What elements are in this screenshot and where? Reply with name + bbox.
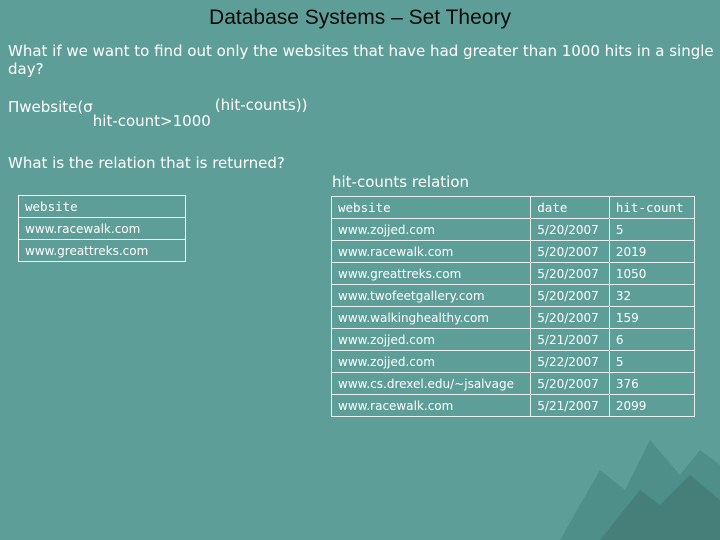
website-cell: www.racewalk.com <box>330 240 532 263</box>
website-cell: www.greattreks.com <box>330 262 532 285</box>
date-cell: 5/20/2007 <box>530 262 610 285</box>
date-cell: 5/20/2007 <box>530 306 610 329</box>
column-header: website <box>18 195 186 218</box>
date-cell: 5/21/2007 <box>530 328 610 351</box>
hit-count-cell: 32 <box>608 284 696 307</box>
hit-count-cell: 5 <box>608 350 696 373</box>
date-cell: 5/22/2007 <box>530 350 610 373</box>
table-row: www.twofeetgallery.com 5/20/2007 32 <box>330 284 696 307</box>
ask-text: What is the relation that is returned? <box>8 154 285 172</box>
selection-condition: hit-count>1000 <box>92 112 211 130</box>
website-cell: www.zojjed.com <box>330 218 532 241</box>
relational-algebra-formula: Πwebsite(σhit-count>1000(hit-counts)) <box>8 96 308 130</box>
hit-count-cell: 1050 <box>608 262 696 285</box>
date-cell: 5/20/2007 <box>530 240 610 263</box>
question-text: What if we want to find out only the web… <box>8 42 714 78</box>
relation-caption: hit-counts relation <box>332 173 470 191</box>
hit-count-cell: 6 <box>608 328 696 351</box>
table-row: www.greattreks.com 5/20/2007 1050 <box>330 262 696 285</box>
hit-count-cell: 2019 <box>608 240 696 263</box>
table-row: www.zojjed.com 5/22/2007 5 <box>330 350 696 373</box>
date-cell: 5/20/2007 <box>530 284 610 307</box>
website-cell: www.zojjed.com <box>330 328 532 351</box>
formula-tail: (hit-counts)) <box>214 96 308 114</box>
table-row: www.zojjed.com 5/20/2007 5 <box>330 218 696 241</box>
website-cell: www.racewalk.com <box>18 217 186 240</box>
hit-count-cell: 5 <box>608 218 696 241</box>
website-cell: www.walkinghealthy.com <box>330 306 532 329</box>
table-row: www.greattreks.com <box>18 239 186 262</box>
projection-symbol: Π <box>8 98 20 116</box>
mountain-decoration <box>560 440 720 540</box>
column-header: website <box>330 196 532 219</box>
table-header-row: website <box>18 195 186 218</box>
table-row: www.racewalk.com <box>18 217 186 240</box>
hit-count-cell: 159 <box>608 306 696 329</box>
table-row: www.racewalk.com 5/20/2007 2019 <box>330 240 696 263</box>
column-header: date <box>530 196 610 219</box>
website-cell: www.greattreks.com <box>18 239 186 262</box>
result-table: website www.racewalk.com www.greattreks.c… <box>18 195 186 262</box>
date-cell: 5/20/2007 <box>530 218 610 241</box>
table-row: www.zojjed.com 5/21/2007 6 <box>330 328 696 351</box>
table-header-row: website date hit-count <box>330 196 696 219</box>
website-cell: www.zojjed.com <box>330 350 532 373</box>
website-cell: www.twofeetgallery.com <box>330 284 532 307</box>
formula-head: website(σ <box>19 98 93 116</box>
table-row: www.walkinghealthy.com 5/20/2007 159 <box>330 306 696 329</box>
column-header: hit-count <box>608 196 696 219</box>
slide-title: Database Systems – Set Theory <box>209 6 511 29</box>
